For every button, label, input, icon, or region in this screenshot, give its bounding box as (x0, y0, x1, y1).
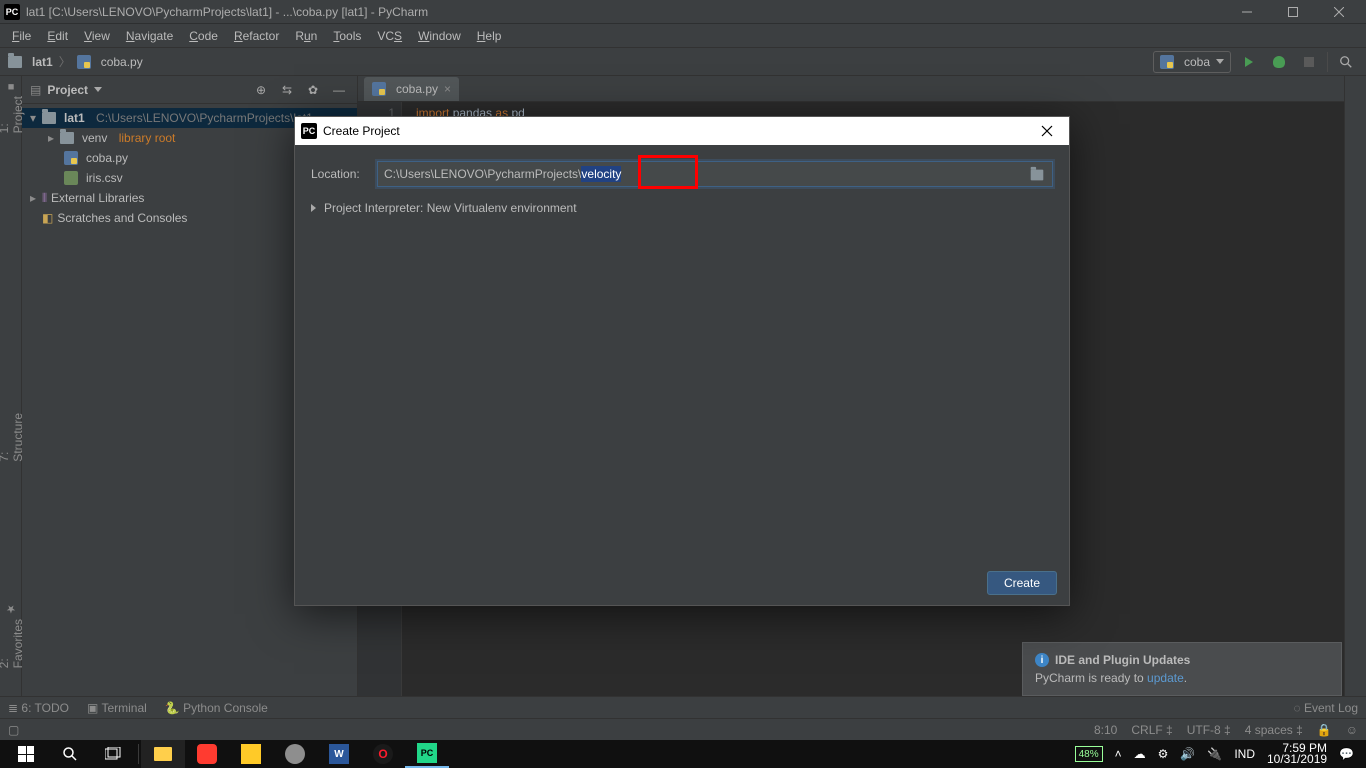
create-button[interactable]: Create (987, 571, 1057, 595)
taskbar-word[interactable]: W (317, 740, 361, 768)
taskbar-explorer[interactable] (141, 740, 185, 768)
tray-onedrive-icon[interactable]: ☁ (1134, 747, 1146, 761)
browse-button[interactable] (1030, 166, 1048, 184)
interpreter-expander[interactable]: Project Interpreter: New Virtualenv envi… (311, 201, 1053, 215)
system-tray: 48% ˄ ☁ ⚙ 🔊 🔌 IND 7:59 PM10/31/2019 💬 (1075, 743, 1362, 765)
tray-clock[interactable]: 7:59 PM10/31/2019 (1267, 743, 1327, 765)
modal-backdrop: PC Create Project Location: C:\Users\LEN… (0, 0, 1366, 768)
folder-icon (154, 747, 172, 761)
dialog-body: Location: C:\Users\LENOVO\PycharmProject… (295, 145, 1069, 561)
task-view-button[interactable] (92, 740, 136, 768)
tray-chevron-up-icon[interactable]: ˄ (1115, 747, 1122, 761)
location-label: Location: (311, 167, 365, 181)
chevron-right-icon (311, 204, 316, 212)
annotation-highlight-box (638, 155, 698, 189)
location-value-selection: velocity (581, 166, 621, 182)
taskbar-search-button[interactable] (48, 740, 92, 768)
battery-indicator[interactable]: 48% (1075, 746, 1103, 762)
location-input[interactable]: C:\Users\LENOVO\PycharmProjects\velocity (377, 161, 1053, 187)
dialog-close-button[interactable] (1031, 117, 1063, 145)
taskbar-app-3[interactable] (273, 740, 317, 768)
pycharm-logo-icon: PC (301, 123, 317, 139)
tray-power-icon[interactable]: 🔌 (1207, 747, 1222, 761)
taskbar-pycharm[interactable]: PC (405, 740, 449, 768)
windows-taskbar: W O PC 48% ˄ ☁ ⚙ 🔊 🔌 IND 7:59 PM10/31/20… (0, 740, 1366, 768)
tray-volume-icon[interactable]: 🔊 (1180, 747, 1195, 761)
dialog-title: Create Project (323, 124, 400, 138)
taskbar-opera[interactable]: O (361, 740, 405, 768)
interpreter-label: Project Interpreter: New Virtualenv envi… (324, 201, 577, 215)
dialog-titlebar: PC Create Project (295, 117, 1069, 145)
taskbar-app-1[interactable] (185, 740, 229, 768)
dialog-footer: Create (295, 561, 1069, 605)
create-project-dialog: PC Create Project Location: C:\Users\LEN… (294, 116, 1070, 606)
location-field-row: Location: C:\Users\LENOVO\PycharmProject… (311, 161, 1053, 187)
tray-language[interactable]: IND (1234, 747, 1255, 761)
tray-notifications-icon[interactable]: 💬 (1339, 747, 1354, 761)
location-value-prefix: C:\Users\LENOVO\PycharmProjects\ (384, 167, 581, 181)
folder-icon (1031, 170, 1044, 181)
start-button[interactable] (4, 740, 48, 768)
tray-wifi-icon[interactable]: ⚙ (1158, 747, 1169, 761)
taskbar-app-2[interactable] (229, 740, 273, 768)
